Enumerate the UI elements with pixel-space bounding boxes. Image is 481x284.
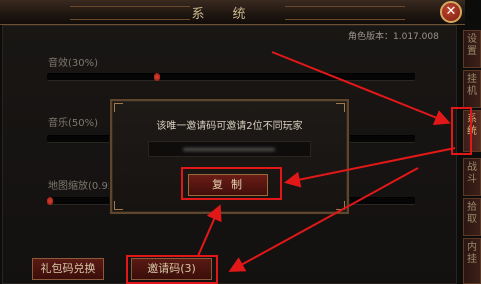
invite-code-redacted <box>183 148 275 151</box>
popup-corner-ornament <box>114 201 123 210</box>
popup-message: 该唯一邀请码可邀请2位不同玩家 <box>156 121 303 132</box>
window-title: 系统 <box>191 7 274 22</box>
tab-auto-hunt[interactable]: 挂机 <box>463 70 481 108</box>
tab-internal-hook-label: 内挂 <box>467 242 477 265</box>
sound-effect-slider[interactable] <box>47 73 415 81</box>
popup-corner-ornament <box>336 201 345 210</box>
tab-settings-label: 设置 <box>467 34 477 57</box>
tab-combat[interactable]: 战斗 <box>463 158 481 196</box>
close-button[interactable]: ✕ <box>440 1 462 23</box>
tab-pickup-label: 拾取 <box>467 202 477 225</box>
map-zoom-slider-knob[interactable] <box>47 197 53 205</box>
map-zoom-label: 地图缩放(0.95 <box>48 181 115 192</box>
system-tab-highlight <box>451 107 472 155</box>
sound-effect-slider-knob[interactable] <box>154 73 160 81</box>
version-label: 角色版本：1.017.008 <box>348 32 439 42</box>
tab-pickup[interactable]: 拾取 <box>463 198 481 236</box>
close-icon: ✕ <box>445 4 457 19</box>
popup-corner-ornament <box>336 103 345 112</box>
invite-button-highlight <box>126 255 218 284</box>
invite-code-field <box>148 141 311 157</box>
game-screen: 系统 ✕ 角色版本：1.017.008 音效(30%) 音乐(50%) 地图缩放… <box>0 0 481 284</box>
tab-internal-hook[interactable]: 内挂 <box>463 238 481 284</box>
gift-code-button[interactable]: 礼包码兑换 <box>32 258 104 280</box>
tab-settings[interactable]: 设置 <box>463 30 481 68</box>
tab-combat-label: 战斗 <box>467 162 477 185</box>
copy-button-highlight <box>181 167 282 200</box>
tab-auto-hunt-label: 挂机 <box>467 74 477 97</box>
popup-corner-ornament <box>114 103 123 112</box>
window-titlebar: 系统 <box>0 0 465 25</box>
sound-effect-label: 音效(30%) <box>48 58 99 69</box>
music-label: 音乐(50%) <box>48 118 99 129</box>
